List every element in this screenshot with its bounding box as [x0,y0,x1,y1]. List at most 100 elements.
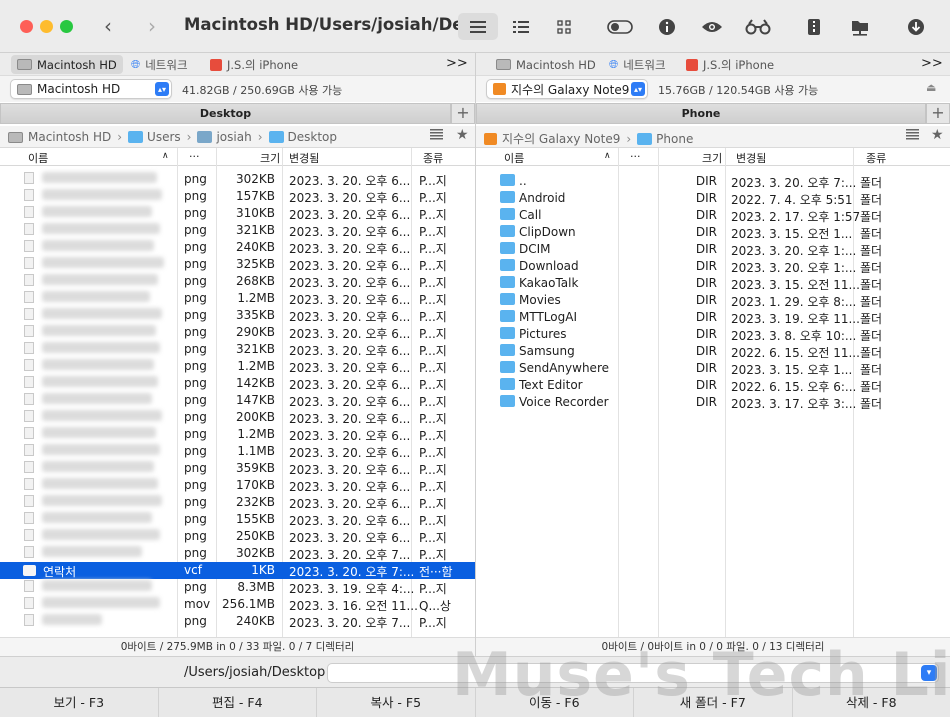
left-file-list[interactable]: png 302KB 2023. 3. 20. 오후 6... P...지 png 157K… [0,166,475,637]
delete-f8-button[interactable]: 삭제 - F8 [793,688,950,717]
table-row[interactable]: png 147KB 2023. 3. 20. 오후 6... P...지 [0,392,475,409]
breadcrumb-item[interactable]: Desktop [288,130,338,144]
breadcrumb-item[interactable]: Phone [656,132,693,146]
table-row[interactable]: MTTLogAI DIR 2023. 3. 19. 오후 11... 폴더 [476,309,950,326]
right-add-tab-button[interactable]: + [926,103,950,124]
close-window-button[interactable] [20,20,33,33]
table-row[interactable]: png 157KB 2023. 3. 20. 오후 6... P...지 [0,188,475,205]
table-row[interactable]: png 302KB 2023. 3. 20. 오후 6... P...지 [0,171,475,188]
column-modified[interactable]: 변경됨 [289,150,319,166]
column-kind[interactable]: 종류 [423,150,443,166]
right-more-tabs-button[interactable]: >> [921,56,943,71]
table-row[interactable]: Pictures DIR 2023. 3. 8. 오후 10:... 폴더 [476,326,950,343]
table-row[interactable]: Call DIR 2023. 2. 17. 오후 1:57 폴더 [476,207,950,224]
right-tab-network[interactable]: 🌐︎ 네트워크 [603,55,672,74]
left-tab-macintosh-hd[interactable]: Macintosh HD [11,55,123,74]
table-row[interactable]: png 302KB 2023. 3. 20. 오후 7... P...지 [0,545,475,562]
table-row[interactable]: png 240KB 2023. 3. 20. 오후 7... P...지 [0,613,475,630]
right-tab-iphone[interactable]: J.S.의 iPhone [680,55,780,74]
table-row[interactable]: .. DIR 2023. 3. 20. 오후 7:... 폴더 [476,173,950,190]
table-row[interactable]: Voice Recorder DIR 2023. 3. 17. 오후 3:... 폴더 [476,394,950,411]
move-f6-button[interactable]: 이동 - F6 [476,688,634,717]
file-kind: P...지 [419,191,447,205]
back-button[interactable]: ‹ [104,14,112,38]
table-row[interactable]: KakaoTalk DIR 2023. 3. 15. 오전 11... 폴더 [476,275,950,292]
column-name[interactable]: 이름 [504,150,524,166]
right-volume-select[interactable]: 지수의 Galaxy Note9 ▴▾ [486,79,648,99]
table-row[interactable]: png 321KB 2023. 3. 20. 오후 6... P...지 [0,341,475,358]
table-row[interactable]: Android DIR 2022. 7. 4. 오후 5:51 폴더 [476,190,950,207]
table-row[interactable]: ClipDown DIR 2023. 3. 15. 오전 1... 폴더 [476,224,950,241]
left-volume-select[interactable]: Macintosh HD ▴▾ [10,79,172,99]
column-modified[interactable]: 변경됨 [736,150,766,166]
toggle-hidden-button[interactable] [600,13,640,40]
preview-button[interactable] [692,13,732,40]
table-row[interactable]: png 1.2MB 2023. 3. 20. 오후 6... P...지 [0,290,475,307]
breadcrumb-item[interactable]: Users [147,130,181,144]
table-row[interactable]: png 155KB 2023. 3. 20. 오후 6... P...지 [0,511,475,528]
info-button[interactable] [647,13,687,40]
table-row[interactable]: png 170KB 2023. 3. 20. 오후 6... P...지 [0,477,475,494]
table-row[interactable]: SendAnywhere DIR 2023. 3. 15. 오후 1... 폴더 [476,360,950,377]
edit-f4-button[interactable]: 편집 - F4 [159,688,317,717]
table-row[interactable]: png 321KB 2023. 3. 20. 오후 6... P...지 [0,222,475,239]
left-list-options-button[interactable] [430,129,443,143]
chevron-down-icon[interactable]: ▾ [921,665,937,681]
column-ext[interactable]: ··· [630,150,641,163]
column-ext[interactable]: ··· [189,150,200,163]
column-size[interactable]: 크기 [260,150,280,166]
right-favorite-button[interactable]: ★ [931,127,944,143]
breadcrumb-item[interactable]: josiah [216,130,251,144]
table-row[interactable]: png 310KB 2023. 3. 20. 오후 6... P...지 [0,205,475,222]
column-size[interactable]: 크기 [702,150,722,166]
table-row[interactable]: png 250KB 2023. 3. 20. 오후 6... P...지 [0,528,475,545]
detail-view-button[interactable] [501,13,541,40]
left-tab-network[interactable]: 🌐︎ 네트워크 [125,55,194,74]
column-name[interactable]: 이름 [28,150,48,166]
download-button[interactable] [896,13,936,40]
table-row[interactable]: DCIM DIR 2023. 3. 20. 오후 1:... 폴더 [476,241,950,258]
left-add-tab-button[interactable]: + [451,103,475,124]
table-row[interactable]: png 325KB 2023. 3. 20. 오후 6... P...지 [0,256,475,273]
zoom-window-button[interactable] [60,20,73,33]
network-button[interactable] [840,13,880,40]
table-row[interactable]: png 1.2MB 2023. 3. 20. 오후 6... P...지 [0,358,475,375]
search-button[interactable] [738,13,778,40]
icon-view-button[interactable] [544,13,584,40]
list-view-button[interactable] [458,13,498,40]
right-list-options-button[interactable] [906,129,919,143]
table-row[interactable]: png 1.1MB 2023. 3. 20. 오후 6... P...지 [0,443,475,460]
table-row[interactable]: 연락처 vcf 1KB 2023. 3. 20. 오후 7:... 전···함 [0,562,475,579]
table-row[interactable]: png 142KB 2023. 3. 20. 오후 6... P...지 [0,375,475,392]
table-row[interactable]: Samsung DIR 2022. 6. 15. 오전 11... 폴더 [476,343,950,360]
archive-button[interactable] [794,13,834,40]
view-f3-button[interactable]: 보기 - F3 [0,688,159,717]
table-row[interactable]: png 240KB 2023. 3. 20. 오후 6... P...지 [0,239,475,256]
breadcrumb-item[interactable]: Macintosh HD [28,130,111,144]
command-input[interactable]: ▾ [327,663,939,683]
table-row[interactable]: png 268KB 2023. 3. 20. 오후 6... P...지 [0,273,475,290]
table-row[interactable]: png 290KB 2023. 3. 20. 오후 6... P...지 [0,324,475,341]
table-row[interactable]: png 359KB 2023. 3. 20. 오후 6... P...지 [0,460,475,477]
breadcrumb-item[interactable]: 지수의 Galaxy Note9 [502,130,620,147]
table-row[interactable]: Movies DIR 2023. 1. 29. 오후 8:... 폴더 [476,292,950,309]
table-row[interactable]: mov 256.1MB 2023. 3. 16. 오전 11... Q...상 [0,596,475,613]
column-kind[interactable]: 종류 [866,150,886,166]
table-row[interactable]: png 1.2MB 2023. 3. 20. 오후 6... P...지 [0,426,475,443]
copy-f5-button[interactable]: 복사 - F5 [317,688,476,717]
eject-icon[interactable]: ⏏ [926,81,936,94]
table-row[interactable]: png 335KB 2023. 3. 20. 오후 6... P...지 [0,307,475,324]
right-file-list[interactable]: .. DIR 2023. 3. 20. 오후 7:... 폴더 Android DIR 20… [476,166,950,637]
new-folder-f7-button[interactable]: 새 폴더 - F7 [634,688,793,717]
forward-button[interactable]: › [148,14,156,38]
left-favorite-button[interactable]: ★ [456,127,469,143]
table-row[interactable]: png 8.3MB 2023. 3. 19. 오후 4:... P...지 [0,579,475,596]
minimize-window-button[interactable] [40,20,53,33]
left-more-tabs-button[interactable]: >> [446,56,468,71]
table-row[interactable]: Download DIR 2023. 3. 20. 오후 1:... 폴더 [476,258,950,275]
left-tab-iphone[interactable]: J.S.의 iPhone [204,55,304,74]
table-row[interactable]: png 200KB 2023. 3. 20. 오후 6... P...지 [0,409,475,426]
right-tab-macintosh-hd[interactable]: Macintosh HD [490,55,602,74]
table-row[interactable]: png 232KB 2023. 3. 20. 오후 6... P...지 [0,494,475,511]
table-row[interactable]: Text Editor DIR 2022. 6. 15. 오후 6:... 폴더 [476,377,950,394]
